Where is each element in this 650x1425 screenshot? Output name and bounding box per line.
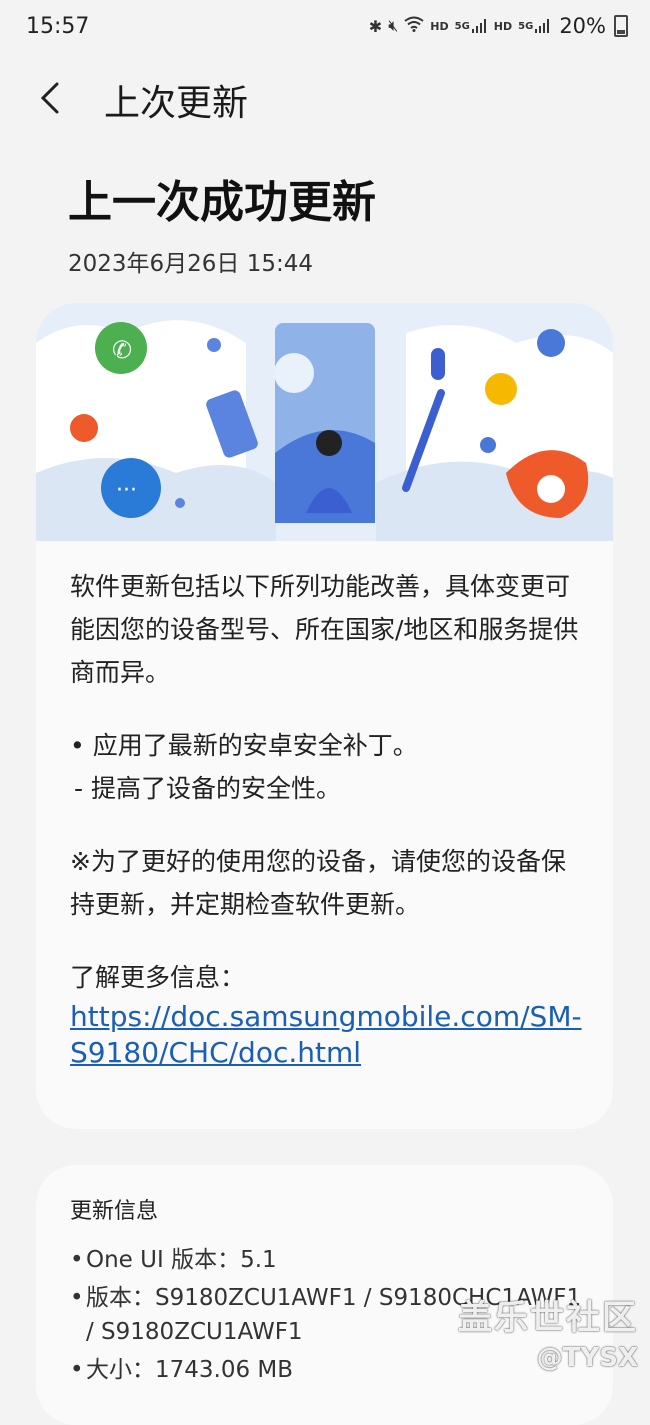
app-bar: 上次更新 (0, 66, 650, 136)
more-info-link[interactable]: https://doc.samsungmobile.com/SM-S9180/C… (70, 999, 590, 1071)
watermark: 盖乐世社区 @TYSX (458, 1290, 638, 1373)
update-date: 2023年6月26日 15:44 (68, 251, 314, 277)
svg-text:···: ··· (116, 478, 137, 503)
battery-percent: 20% (559, 14, 606, 38)
signal-icon-2 (535, 19, 551, 33)
update-info-title: 更新信息 (70, 1199, 159, 1224)
signal-5g-label: 5G (454, 20, 470, 32)
page-title: 上次更新 (104, 83, 249, 124)
wifi-icon (404, 16, 424, 36)
watermark-line2: @TYSX (536, 1343, 638, 1373)
more-info-label: 了解更多信息： (70, 963, 246, 992)
chevron-left-icon (40, 82, 59, 114)
update-headline: 上一次成功更新 (68, 177, 376, 228)
release-notes-bullet: • 应用了最新的安卓安全补丁。 (70, 731, 418, 760)
bluetooth-icon: ✱ (368, 16, 383, 36)
hd-label: HD (430, 19, 449, 33)
release-notes-card: ✆ ··· 软件更新包括以下所列功能改善，具体变更可能因您的设备型号、所在国家/… (36, 303, 613, 1129)
signal-5g-label-2: 5G (518, 20, 534, 32)
svg-text:✆: ✆ (112, 336, 132, 364)
ui-version-text: One UI 版本：5.1 (86, 1247, 277, 1273)
status-time: 15:57 (26, 14, 90, 39)
watermark-line1: 盖乐世社区 (458, 1298, 638, 1338)
status-bar: 15:57 ✱ 🔇︎ HD 5G HD 5G 20% (0, 0, 650, 56)
update-illustration: ✆ ··· (36, 303, 613, 541)
mute-icon: 🔇︎ (388, 16, 399, 35)
release-notes-intro: 软件更新包括以下所列功能改善，具体变更可能因您的设备型号、所在国家/地区和服务提… (70, 572, 579, 687)
status-icons: ✱ 🔇︎ HD 5G HD 5G 20% (369, 14, 628, 38)
hd-label-2: HD (493, 19, 513, 33)
back-button[interactable] (28, 76, 72, 120)
release-notes-note: ※为了更好的使用您的设备，请使您的设备保持更新，并定期检查软件更新。 (70, 847, 566, 919)
release-notes-body: 软件更新包括以下所列功能改善，具体变更可能因您的设备型号、所在国家/地区和服务提… (70, 565, 590, 1071)
release-notes-sub-bullet: - 提高了设备的安全性。 (74, 774, 341, 803)
battery-icon (614, 15, 628, 37)
list-item: • One UI 版本：5.1 (70, 1243, 590, 1277)
signal-icon (471, 19, 488, 33)
